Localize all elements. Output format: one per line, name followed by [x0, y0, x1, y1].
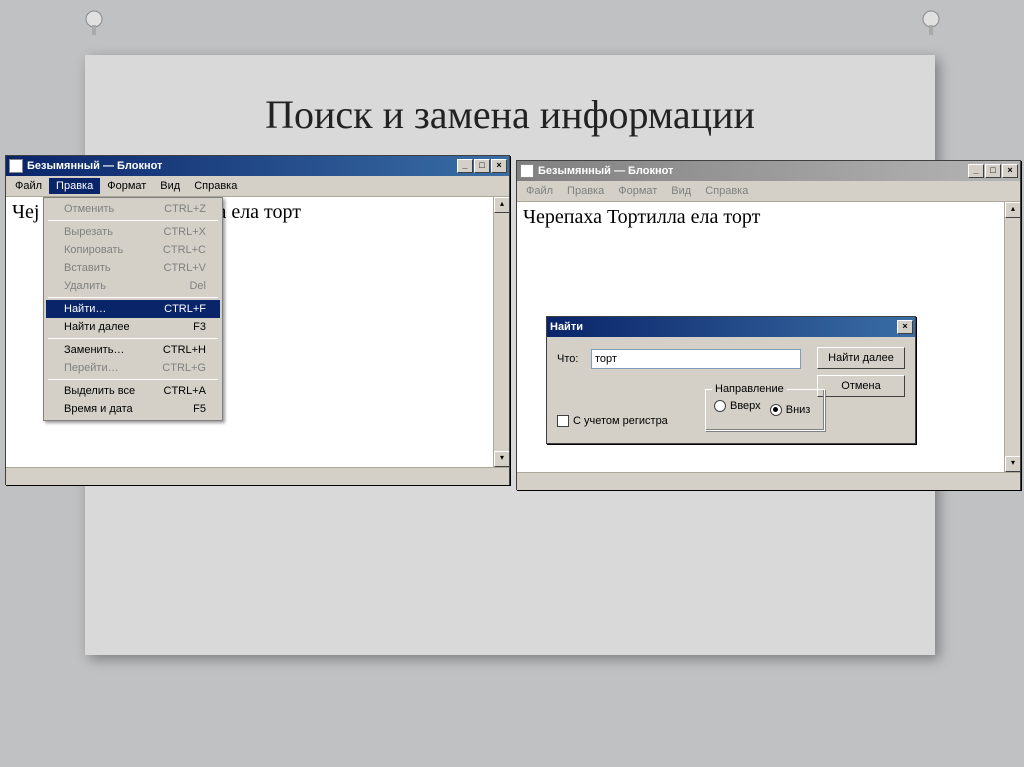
menu-item-goto[interactable]: Перейти…CTRL+G	[46, 359, 220, 377]
menu-help[interactable]: Справка	[187, 178, 244, 194]
menu-item-paste[interactable]: ВставитьCTRL+V	[46, 259, 220, 277]
menu-separator	[48, 297, 218, 298]
scroll-down-icon[interactable]: ▾	[1005, 456, 1020, 472]
close-button[interactable]: ×	[491, 159, 507, 173]
scrollbar-right[interactable]: ▴ ▾	[1004, 202, 1020, 472]
app-icon	[9, 159, 23, 173]
menu-item-delete[interactable]: УдалитьDel	[46, 277, 220, 295]
find-what-input[interactable]	[591, 349, 801, 369]
menu-separator	[48, 338, 218, 339]
direction-up-label: Вверх	[730, 400, 761, 412]
menu-help[interactable]: Справка	[698, 183, 755, 199]
direction-down-label: Вниз	[786, 404, 811, 416]
direction-up-radio[interactable]: Вверх	[714, 400, 761, 412]
menu-format[interactable]: Формат	[611, 183, 664, 199]
statusbar-right	[517, 472, 1020, 490]
scrollbar-left[interactable]: ▴ ▾	[493, 197, 509, 467]
titlebar-right[interactable]: Безымянный — Блокнот _ □ ×	[517, 161, 1020, 181]
close-button[interactable]: ×	[1002, 164, 1018, 178]
maximize-button[interactable]: □	[985, 164, 1001, 178]
pushpin-right-icon	[915, 8, 947, 40]
minimize-button[interactable]: _	[457, 159, 473, 173]
find-dialog-titlebar[interactable]: Найти ×	[547, 317, 915, 337]
maximize-button[interactable]: □	[474, 159, 490, 173]
menu-item-undo[interactable]: ОтменитьCTRL+Z	[46, 200, 220, 218]
menu-separator	[48, 379, 218, 380]
menu-view[interactable]: Вид	[153, 178, 187, 194]
menu-item-replace[interactable]: Заменить…CTRL+H	[46, 341, 220, 359]
radio-icon	[770, 404, 782, 416]
menu-format[interactable]: Формат	[100, 178, 153, 194]
titlebar-left[interactable]: Безымянный — Блокнот _ □ ×	[6, 156, 509, 176]
what-label: Что:	[557, 353, 578, 365]
menu-view[interactable]: Вид	[664, 183, 698, 199]
menu-file[interactable]: Файл	[519, 183, 560, 199]
menu-file[interactable]: Файл	[8, 178, 49, 194]
scroll-down-icon[interactable]: ▾	[494, 451, 509, 467]
menu-item-copy[interactable]: КопироватьCTRL+C	[46, 241, 220, 259]
statusbar-left	[6, 467, 509, 485]
menu-edit[interactable]: Правка	[560, 183, 611, 199]
pushpin-left-icon	[78, 8, 110, 40]
direction-fieldset: Направление Вверх Вниз	[705, 389, 825, 431]
direction-legend: Направление	[712, 383, 787, 395]
menu-edit[interactable]: Правка	[49, 178, 100, 194]
radio-icon	[714, 400, 726, 412]
direction-down-radio[interactable]: Вниз	[770, 404, 811, 416]
checkbox-icon	[557, 415, 569, 427]
menu-item-cut[interactable]: ВырезатьCTRL+X	[46, 223, 220, 241]
app-icon	[520, 164, 534, 178]
find-dialog-title: Найти	[550, 321, 583, 333]
match-case-label: С учетом регистра	[573, 415, 668, 427]
minimize-button[interactable]: _	[968, 164, 984, 178]
find-next-button[interactable]: Найти далее	[817, 347, 905, 369]
window-title: Безымянный — Блокнот	[538, 165, 673, 177]
find-dialog-body: Что: Найти далее Отмена С учетом регистр…	[547, 337, 915, 443]
slide-title: Поиск и замена информации	[85, 91, 935, 138]
find-dialog: Найти × Что: Найти далее Отмена С учетом…	[546, 316, 916, 444]
menubar-left: Файл Правка Формат Вид Справка	[6, 176, 509, 197]
scroll-up-icon[interactable]: ▴	[494, 197, 509, 213]
scroll-up-icon[interactable]: ▴	[1005, 202, 1020, 218]
menubar-right: Файл Правка Формат Вид Справка	[517, 181, 1020, 202]
edit-menu-dropdown: ОтменитьCTRL+Z ВырезатьCTRL+X Копировать…	[43, 197, 223, 421]
menu-item-find-next[interactable]: Найти далееF3	[46, 318, 220, 336]
menu-separator	[48, 220, 218, 221]
window-title: Безымянный — Блокнот	[27, 160, 162, 172]
menu-item-find[interactable]: Найти…CTRL+F	[46, 300, 220, 318]
match-case-checkbox[interactable]: С учетом регистра	[557, 415, 668, 427]
menu-item-select-all[interactable]: Выделить всеCTRL+A	[46, 382, 220, 400]
cancel-button[interactable]: Отмена	[817, 375, 905, 397]
menu-item-time-date[interactable]: Время и датаF5	[46, 400, 220, 418]
close-button[interactable]: ×	[897, 320, 913, 334]
editor-text-right: Черепаха Тортилла ела торт	[517, 202, 1020, 233]
